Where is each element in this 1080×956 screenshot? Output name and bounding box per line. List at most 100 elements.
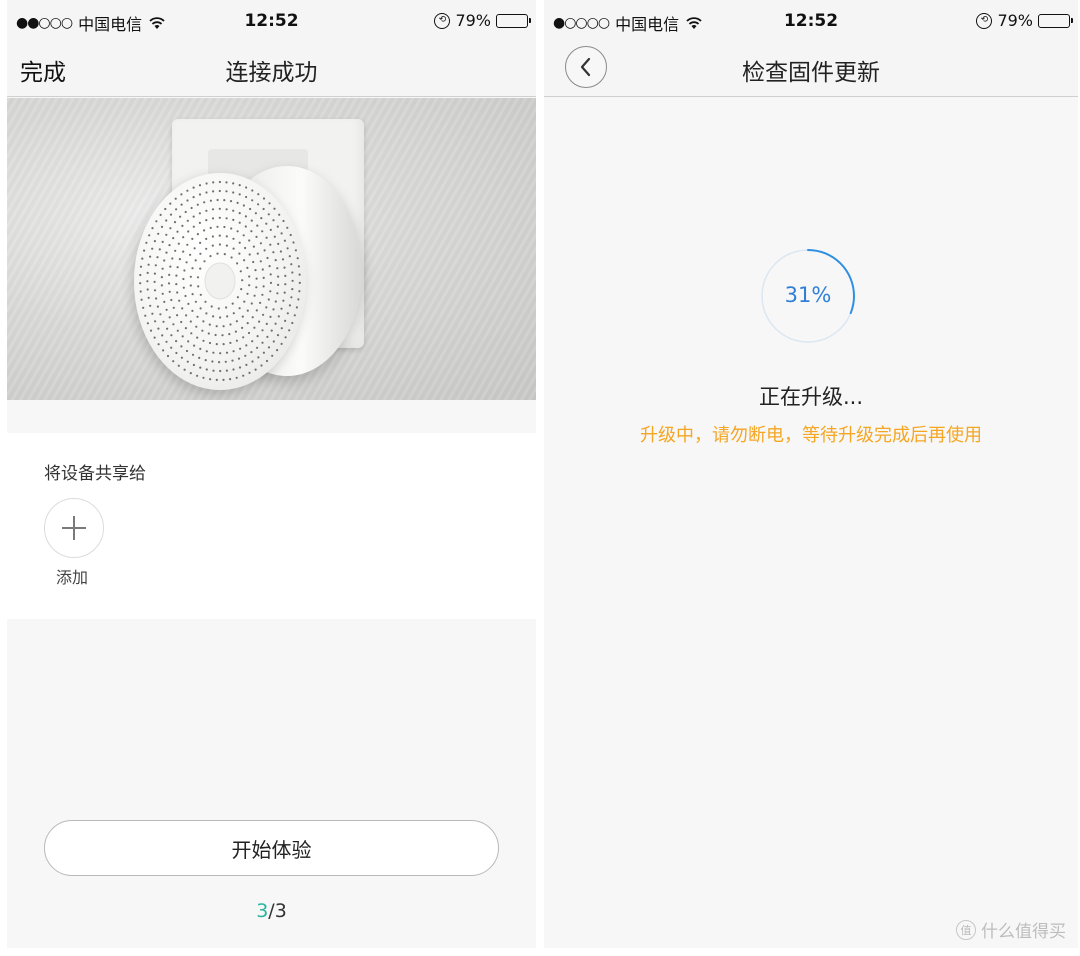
speaker-hole [190, 206, 193, 210]
speaker-hole [257, 356, 260, 359]
speaker-hole [192, 215, 195, 218]
start-experience-button[interactable]: 开始体验 [44, 820, 499, 876]
speaker-hole [225, 306, 228, 309]
product-photo [7, 98, 536, 400]
speaker-hole [170, 346, 173, 349]
speaker-hole [232, 247, 235, 250]
speaker-hole [245, 186, 248, 189]
speaker-hole [244, 354, 247, 357]
speaker-hole [193, 344, 196, 347]
speaker-hole [231, 302, 234, 305]
speaker-hole [291, 271, 294, 274]
speaker-hole [157, 232, 160, 235]
speaker-hole [238, 184, 241, 187]
speaker-hole [274, 322, 277, 325]
speaker-hole [198, 193, 202, 196]
speaker-hole [196, 233, 199, 236]
speaker-hole [262, 276, 265, 279]
speaker-hole [241, 315, 244, 318]
speaker-hole [194, 300, 197, 303]
speaker-hole [260, 364, 263, 367]
speaker-hole [218, 189, 221, 193]
speaker-hole [225, 217, 228, 220]
speaker-hole [261, 329, 264, 332]
speaker-hole [229, 378, 232, 381]
speaker-hole [180, 356, 183, 359]
speaker-hole [251, 189, 254, 192]
speaker-hole [189, 320, 192, 323]
speaker-hole [192, 186, 195, 189]
speaker-hole [270, 329, 273, 332]
speaker-hole [272, 340, 275, 343]
speaker-hole [238, 252, 241, 255]
speaker-hole [196, 203, 199, 206]
speaker-hole [225, 351, 229, 354]
speaker-hole [225, 190, 228, 193]
speaker-hole [165, 340, 168, 343]
speaker-hole [262, 197, 266, 200]
speaker-hole [160, 225, 164, 228]
speaker-hole [183, 368, 186, 371]
speaker-hole [215, 343, 218, 346]
speaker-hole [265, 222, 268, 225]
speaker-hole [268, 202, 271, 205]
watermark: 值 什么值得买 [956, 917, 1066, 942]
status-bar: ●●○○○ 中国电信 12:52 ⟲ 79% [7, 0, 536, 40]
speaker-hole [162, 320, 165, 323]
page-indicator: 3/3 [7, 900, 536, 922]
speaker-hole [172, 360, 175, 363]
speaker-hole [169, 265, 172, 268]
speaker-hole [175, 340, 178, 343]
speaker-hole [199, 347, 202, 350]
speaker-hole [182, 236, 185, 239]
speaker-hole [251, 199, 254, 202]
share-section: 将设备共享给 添加 [7, 433, 536, 619]
speaker-hole [276, 292, 279, 295]
speaker-hole [242, 204, 245, 207]
watermark-text: 什么值得买 [981, 922, 1066, 942]
speaker-hole [183, 269, 186, 272]
speaker-hole [229, 323, 232, 326]
speaker-hole [149, 304, 152, 307]
connection-success-screen: ●●○○○ 中国电信 12:52 ⟲ 79% 完成 连接成功 将设备共享给 添加… [7, 0, 536, 948]
speaker-hole [147, 296, 150, 299]
speaker-hole [284, 336, 287, 339]
speaker-hole [240, 288, 243, 291]
speaker-hole [279, 250, 282, 253]
speaker-hole [232, 191, 235, 194]
speaker-hole [190, 332, 193, 335]
speaker-hole [268, 265, 271, 268]
speaker-hole [169, 202, 172, 205]
speaker-hole [251, 360, 254, 363]
speaker-hole [144, 314, 147, 317]
speaker-hole [217, 307, 220, 310]
speaker-hole [254, 368, 257, 371]
speaker-hole [242, 336, 245, 339]
add-share-button[interactable] [44, 498, 104, 558]
speaker-hole [202, 339, 205, 342]
speaker-hole [181, 224, 184, 227]
speaker-hole [232, 237, 235, 240]
speaker-hole [230, 227, 233, 230]
speaker-hole [216, 252, 219, 255]
speaker-hole [259, 260, 262, 263]
speaker-hole [218, 361, 221, 364]
speaker-hole [283, 291, 286, 294]
speaker-hole [235, 320, 238, 323]
speaker-hole [250, 302, 253, 305]
speaker-hole [205, 219, 208, 222]
speaker-hole [161, 240, 164, 243]
speaker-hole [219, 316, 222, 319]
rotation-lock-icon: ⟲ [434, 12, 451, 29]
speaker-hole [242, 234, 245, 237]
speaker-hole [191, 267, 194, 270]
speaker-hole [196, 315, 199, 318]
speaker-hole [291, 321, 294, 325]
speaker-hole [215, 378, 218, 381]
speaker-hole [185, 349, 189, 353]
speaker-hole [244, 215, 247, 218]
speaker-hole [290, 263, 293, 266]
speaker-hole [180, 193, 183, 196]
speaker-hole [180, 320, 183, 324]
share-label: 将设备共享给 [44, 464, 146, 484]
